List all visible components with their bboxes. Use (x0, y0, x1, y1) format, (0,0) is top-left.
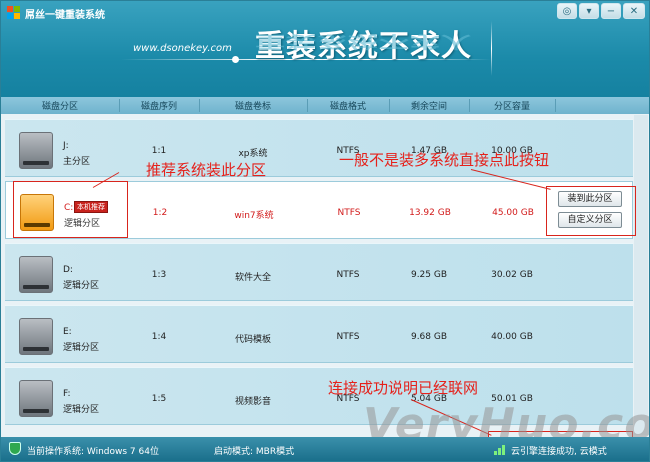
connection-status: 云引擎连接成功, 云模式 (511, 447, 607, 457)
partition-fs: NTFS (337, 208, 361, 218)
partition-seq: 1:2 (152, 208, 168, 218)
partition-free: 9.25 GB (410, 270, 448, 280)
partition-type: 逻辑分区 (63, 343, 100, 353)
partition-label: win7系统 (234, 211, 274, 221)
decor-vline (491, 21, 492, 76)
partition-type: 逻辑分区 (63, 281, 100, 291)
column-header: 磁盘格式 (329, 102, 366, 112)
current-os: 当前操作系统: Windows 7 64位 (27, 447, 159, 457)
decor-dot (232, 56, 239, 63)
partition-fs: NTFS (336, 332, 360, 342)
close-icon[interactable]: ✕ (623, 3, 645, 19)
minimize-icon[interactable]: − (601, 3, 621, 19)
disk-icon (19, 256, 53, 293)
scrollbar[interactable] (634, 115, 648, 435)
partition-free: 13.92 GB (409, 208, 451, 218)
boot-mode: 启动模式: MBR模式 (214, 447, 295, 457)
site-url: www.dsonekey.com (133, 43, 232, 54)
annotation-box-partition (13, 181, 128, 238)
disk-icon (19, 380, 53, 417)
partition-seq: 1:1 (151, 146, 167, 156)
column-separator (555, 99, 556, 112)
windows-logo-icon (7, 6, 20, 19)
disk-icon (19, 318, 53, 355)
annotation-button-hint: 一般不是装多系统直接点此按钮 (339, 151, 550, 169)
column-header: 磁盘卷标 (234, 102, 271, 112)
partition-size: 40.00 GB (491, 332, 533, 342)
partition-type: 逻辑分区 (63, 405, 100, 415)
partition-fs: NTFS (336, 270, 360, 280)
menu-icon[interactable]: ▾ (579, 3, 599, 19)
partition-letter: F: (63, 389, 71, 399)
column-header: 分区容量 (493, 102, 530, 112)
partition-seq: 1:4 (151, 332, 167, 342)
partition-size: 30.02 GB (491, 270, 533, 280)
column-header: 剩余空间 (410, 102, 447, 112)
signal-icon (494, 444, 507, 455)
partition-letter: D: (63, 265, 73, 275)
annotation-network-hint: 连接成功说明已经联网 (328, 379, 479, 397)
partition-label: 代码模板 (234, 335, 271, 345)
window-controls: ◎ ▾ − ✕ (557, 3, 645, 19)
table-header: 磁盘分区 磁盘序列 磁盘卷标 磁盘格式 剩余空间 分区容量 (1, 97, 649, 114)
partition-label: xp系统 (238, 149, 268, 159)
app-title: 屌丝一键重装系统 (25, 10, 105, 21)
annotation-box-buttons (546, 186, 636, 236)
partition-free: 9.68 GB (410, 332, 448, 342)
partition-seq: 1:3 (151, 270, 167, 280)
skin-icon[interactable]: ◎ (557, 3, 577, 19)
status-bar: 当前操作系统: Windows 7 64位 启动模式: MBR模式 云引擎连接成… (1, 437, 649, 461)
column-header: 磁盘分区 (41, 102, 78, 112)
partition-letter: J: (63, 141, 69, 151)
partition-row-d[interactable]: D: 逻辑分区 1:3 软件大全 NTFS 9.25 GB 30.02 GB (5, 243, 633, 301)
annotation-recommend: 推荐系统装此分区 (146, 161, 267, 179)
header-banner: 屌丝一键重装系统 ◎ ▾ − ✕ www.dsonekey.com 重装系统不求… (1, 1, 649, 97)
partition-label: 软件大全 (234, 273, 271, 283)
partition-type: 主分区 (63, 157, 91, 167)
partition-seq: 1:5 (151, 394, 167, 404)
app-window: 屌丝一键重装系统 ◎ ▾ − ✕ www.dsonekey.com 重装系统不求… (0, 0, 650, 462)
column-header: 磁盘序列 (140, 102, 177, 112)
slogan-reflection: 重装系统不求人 (255, 31, 472, 51)
partition-label: 视频影音 (234, 397, 271, 407)
partition-row-e[interactable]: E: 逻辑分区 1:4 代码模板 NTFS 9.68 GB 40.00 GB (5, 305, 633, 363)
partition-size: 45.00 GB (492, 208, 534, 218)
partition-letter: E: (63, 327, 72, 337)
shield-icon (9, 442, 21, 455)
disk-icon (19, 132, 53, 169)
